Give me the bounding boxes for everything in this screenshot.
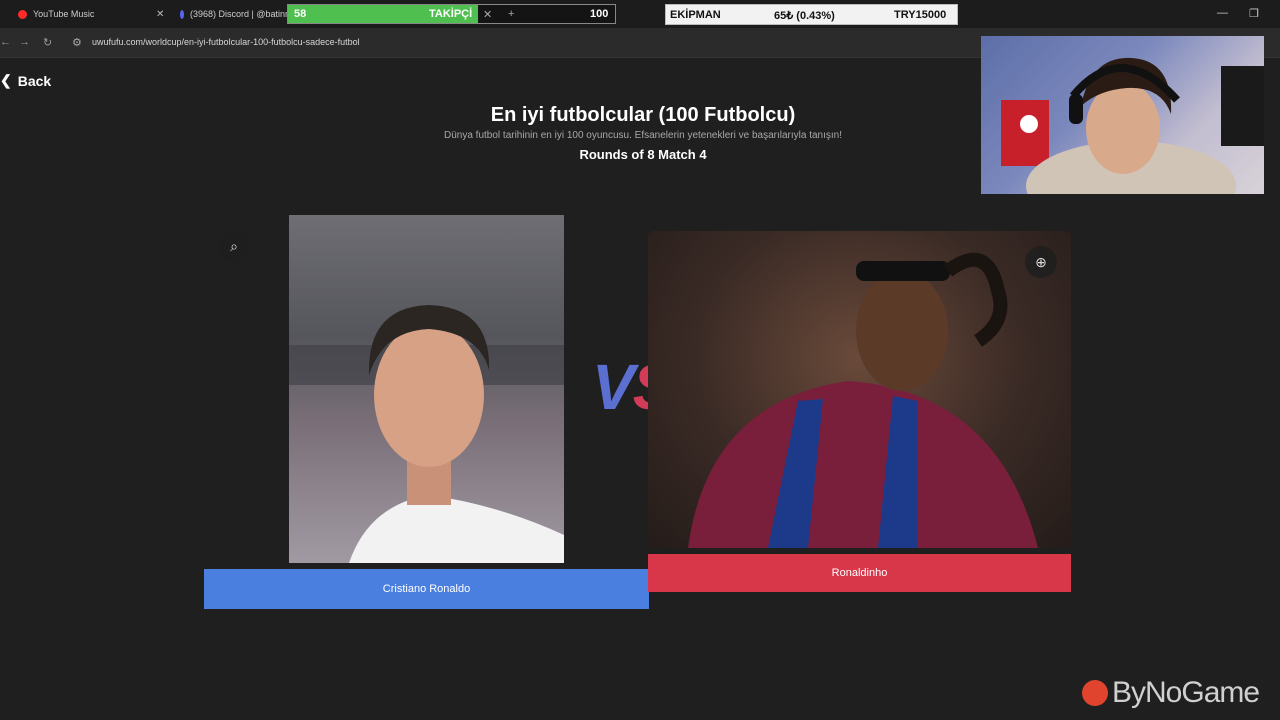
url-field[interactable]: uwufufu.com/worldcup/en-iyi-futbolcular-…: [92, 37, 360, 47]
zoom-left-button[interactable]: ⌕: [218, 230, 250, 262]
left-choice-image[interactable]: [289, 215, 564, 563]
plus-icon: +: [508, 8, 515, 20]
site-info-icon[interactable]: ⚙: [72, 36, 82, 49]
zoom-in-icon: ⊕: [1035, 253, 1047, 270]
choose-left-button[interactable]: Cristiano Ronaldo: [204, 569, 649, 609]
follower-target: 100: [590, 8, 609, 20]
vs-letter-v: V: [592, 351, 635, 423]
forward-nav-icon[interactable]: →: [19, 36, 30, 48]
left-choice-label: Cristiano Ronaldo: [382, 583, 471, 595]
back-label: Back: [17, 72, 52, 89]
discord-icon: [180, 9, 184, 19]
channel-watermark: ByNoGame: [1082, 676, 1260, 710]
youtube-music-icon: [18, 9, 27, 19]
right-choice-image[interactable]: [648, 231, 1071, 548]
choose-right-button[interactable]: Ronaldinho: [648, 554, 1071, 592]
close-icon[interactable]: ✕: [156, 9, 164, 20]
tab-title: YouTube Music: [33, 9, 95, 19]
follower-count: 58: [294, 8, 307, 20]
right-player-photo: [688, 252, 1038, 548]
page-subtitle: Dünya futbol tarihinin en iyi 100 oyuncu…: [443, 130, 842, 141]
zoom-in-icon: ⌕: [230, 237, 238, 254]
back-nav-icon[interactable]: ←: [0, 36, 11, 48]
page-title: En iyi futbolcular (100 Futbolcu): [490, 104, 796, 126]
equipment-goal-bar: EKİPMAN 65₺ (0.43%) TRY15000: [665, 4, 958, 25]
watermark-text: ByNoGame: [1112, 676, 1260, 709]
follower-goal-bar: 58 TAKİPÇİ ✕ + 100: [287, 4, 616, 24]
round-indicator: Rounds of 8 Match 4: [579, 147, 707, 162]
back-button[interactable]: ❮ Back: [0, 72, 51, 89]
follower-label: TAKİPÇİ: [429, 8, 473, 20]
reload-icon[interactable]: ↻: [43, 36, 52, 49]
tab-discord[interactable]: (3968) Discord | @batinn: [180, 0, 290, 28]
bynogame-logo-icon: [1082, 680, 1108, 706]
tab-title: (3968) Discord | @batinn: [189, 9, 290, 19]
left-player-photo: [289, 305, 564, 563]
chevron-left-icon: ❮: [0, 72, 12, 88]
right-choice-label: Ronaldinho: [831, 567, 888, 579]
browser-tab-bar: YouTube Music ✕ (3968) Discord | @batinn…: [0, 0, 1280, 28]
zoom-right-button[interactable]: ⊕: [1025, 246, 1057, 278]
equipment-target: TRY15000: [894, 9, 947, 21]
equipment-value: 65₺ (0.43%): [774, 10, 835, 22]
restore-icon[interactable]: ❐: [1249, 7, 1259, 20]
minimize-icon[interactable]: —: [1217, 7, 1228, 19]
tab-youtube-music[interactable]: YouTube Music ✕: [18, 0, 168, 28]
close-icon: ✕: [483, 9, 493, 21]
equipment-label: EKİPMAN: [670, 9, 721, 21]
